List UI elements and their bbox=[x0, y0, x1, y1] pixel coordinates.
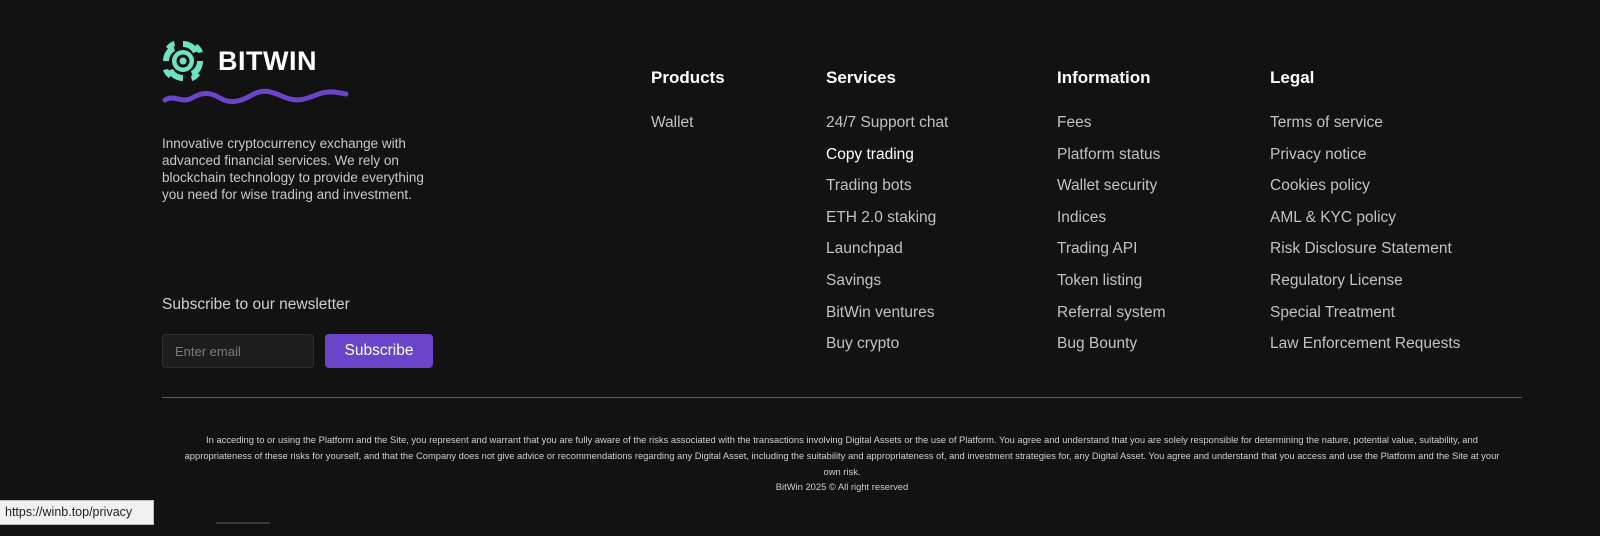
link-savings[interactable]: Savings bbox=[826, 272, 881, 289]
services-links: 24/7 Support chat Copy trading Trading b… bbox=[826, 113, 948, 366]
column-title-information: Information bbox=[1057, 68, 1151, 87]
legal-links: Terms of service Privacy notice Cookies … bbox=[1270, 113, 1460, 366]
link-bitwin-ventures[interactable]: BitWin ventures bbox=[826, 304, 935, 321]
information-column: Information Fees Platform status Wallet … bbox=[1057, 67, 1166, 366]
link-buy-crypto[interactable]: Buy crypto bbox=[826, 335, 899, 352]
services-column: Services 24/7 Support chat Copy trading … bbox=[826, 67, 948, 366]
link-fees[interactable]: Fees bbox=[1057, 114, 1091, 131]
bitwin-logo-icon bbox=[163, 41, 203, 81]
footer-divider bbox=[162, 397, 1522, 398]
brand-description: Innovative cryptocurrency exchange with … bbox=[162, 136, 424, 202]
status-bar-url: https://winb.top/privacy bbox=[0, 500, 154, 525]
link-copy-trading[interactable]: Copy trading bbox=[826, 146, 914, 163]
link-referral-system[interactable]: Referral system bbox=[1057, 304, 1166, 321]
products-links: Wallet bbox=[651, 113, 725, 145]
link-regulatory-license[interactable]: Regulatory License bbox=[1270, 272, 1403, 289]
link-eth-staking[interactable]: ETH 2.0 staking bbox=[826, 209, 936, 226]
column-title-products: Products bbox=[651, 68, 725, 87]
products-column: Products Wallet bbox=[651, 67, 725, 145]
link-platform-status[interactable]: Platform status bbox=[1057, 146, 1160, 163]
link-trading-bots[interactable]: Trading bots bbox=[826, 177, 912, 194]
bottom-scroll-stub bbox=[216, 522, 270, 524]
link-cookies-policy[interactable]: Cookies policy bbox=[1270, 177, 1370, 194]
link-special-treatment[interactable]: Special Treatment bbox=[1270, 304, 1395, 321]
risk-disclaimer: In acceding to or using the Platform and… bbox=[184, 434, 1500, 477]
link-wallet[interactable]: Wallet bbox=[651, 114, 694, 131]
column-title-services: Services bbox=[826, 68, 896, 87]
brand-name: BITWIN bbox=[218, 46, 317, 76]
legal-column: Legal Terms of service Privacy notice Co… bbox=[1270, 67, 1460, 366]
brand-block: BITWIN bbox=[162, 40, 462, 108]
link-token-listing[interactable]: Token listing bbox=[1057, 272, 1142, 289]
newsletter-title: Subscribe to our newsletter bbox=[162, 296, 350, 313]
link-privacy-notice[interactable]: Privacy notice bbox=[1270, 146, 1366, 163]
link-trading-api[interactable]: Trading API bbox=[1057, 240, 1137, 257]
information-links: Fees Platform status Wallet security Ind… bbox=[1057, 113, 1166, 366]
link-support-chat[interactable]: 24/7 Support chat bbox=[826, 114, 948, 131]
link-terms-of-service[interactable]: Terms of service bbox=[1270, 114, 1383, 131]
column-title-legal: Legal bbox=[1270, 68, 1315, 87]
link-indices[interactable]: Indices bbox=[1057, 209, 1106, 226]
link-aml-kyc-policy[interactable]: AML & KYC policy bbox=[1270, 209, 1396, 226]
brand-underline-squiggle bbox=[162, 88, 349, 105]
link-bug-bounty[interactable]: Bug Bounty bbox=[1057, 335, 1137, 352]
link-wallet-security[interactable]: Wallet security bbox=[1057, 177, 1157, 194]
subscribe-button[interactable]: Subscribe bbox=[325, 334, 433, 368]
link-law-enforcement-requests[interactable]: Law Enforcement Requests bbox=[1270, 335, 1460, 352]
logo[interactable]: BITWIN bbox=[162, 40, 462, 82]
copyright-text: BitWin 2025 © All right reserved bbox=[775, 481, 909, 492]
footer-page: BITWIN Innovative cryptocurrency exchang… bbox=[0, 0, 1600, 536]
link-risk-disclosure[interactable]: Risk Disclosure Statement bbox=[1270, 240, 1452, 257]
email-input[interactable] bbox=[162, 334, 314, 368]
link-launchpad[interactable]: Launchpad bbox=[826, 240, 903, 257]
